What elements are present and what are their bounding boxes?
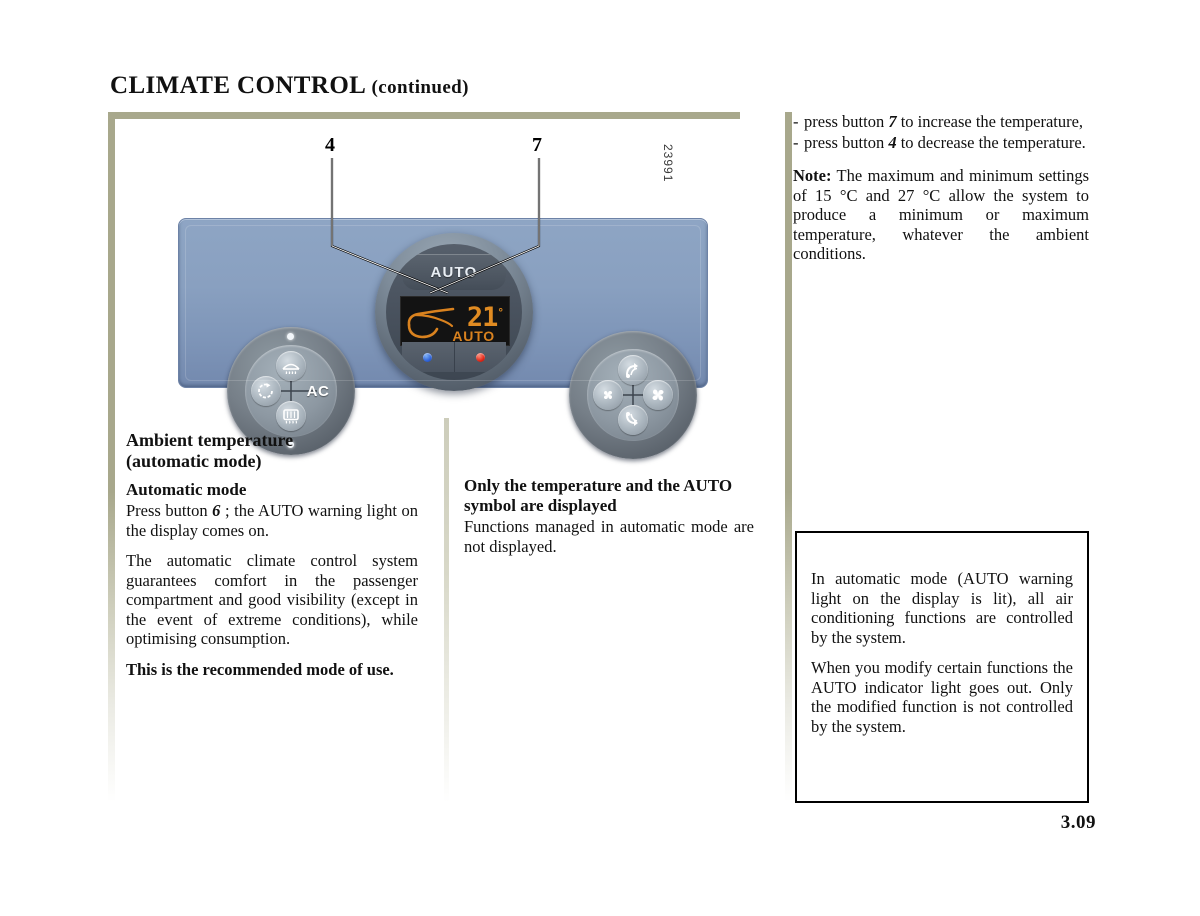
page-number: 3.09 xyxy=(1060,812,1096,833)
frame-right-rule xyxy=(785,112,792,802)
note-label: Note: xyxy=(793,166,832,185)
airflow-footwell-icon[interactable] xyxy=(618,405,648,435)
display-temperature-value: 21° xyxy=(466,298,504,333)
section-heading-line2: (automatic mode) xyxy=(126,451,262,471)
left-knob-pad: AC xyxy=(245,345,337,437)
highlight-note-paragraph-2: When you modify certain functions the AU… xyxy=(811,658,1073,736)
list-item: press button 7 to increase the temperatu… xyxy=(793,112,1089,132)
bullet-1-suffix: to increase the temperature, xyxy=(896,112,1084,131)
fan-low-icon[interactable] xyxy=(593,380,623,410)
frame-left-rule xyxy=(108,112,115,802)
highlight-note-box: In automatic mode (AUTO warning light on… xyxy=(795,531,1089,803)
middle-paragraph: Functions managed in automatic mode are … xyxy=(464,517,754,556)
column-divider xyxy=(444,418,449,803)
paragraph-press-button: Press button 6 ; the AUTO warning light … xyxy=(126,501,418,540)
climate-control-figure: 4 7 23991 AC AUTO 21° AUTO xyxy=(160,128,720,459)
page-title-continued: (continued) xyxy=(371,77,469,98)
air-recirculation-icon[interactable] xyxy=(251,376,281,406)
auto-button[interactable]: AUTO xyxy=(402,254,506,290)
temperature-increase-button[interactable] xyxy=(453,342,506,372)
bullet-1-button-ref: 7 xyxy=(888,112,897,131)
display-auto-indicator: AUTO xyxy=(452,328,495,344)
left-knob-led-top xyxy=(287,333,294,340)
callout-label-7: 7 xyxy=(532,134,542,156)
section-heading-line1: Ambient temperature xyxy=(126,430,294,450)
auto-button-label: AUTO xyxy=(430,263,478,281)
highlight-note-content: In automatic mode (AUTO warning light on… xyxy=(811,569,1073,736)
middle-text-column: Only the temperature and the AUTO symbol… xyxy=(464,476,754,556)
windscreen-defrost-icon[interactable] xyxy=(276,351,306,381)
note-body: The maximum and minimum settings of 15 °… xyxy=(793,166,1089,263)
rear-screen-defrost-icon[interactable] xyxy=(276,401,306,431)
climate-control-panel: AC AUTO 21° AUTO xyxy=(178,218,708,459)
climate-display-screen: 21° AUTO xyxy=(400,296,510,346)
ac-button[interactable]: AC xyxy=(301,376,335,406)
degree-symbol: ° xyxy=(497,306,504,319)
highlight-note-paragraph-1: In automatic mode (AUTO warning light on… xyxy=(811,569,1073,647)
red-dot-icon xyxy=(475,352,485,362)
figure-reference-code: 23991 xyxy=(661,144,675,183)
centre-auto-module[interactable]: AUTO 21° AUTO xyxy=(375,233,533,391)
blue-dot-icon xyxy=(423,352,433,362)
note-paragraph: Note: The maximum and minimum settings o… xyxy=(793,166,1089,264)
button-instructions-list: press button 7 to increase the temperatu… xyxy=(793,112,1089,152)
left-text-column: Ambient temperature (automatic mode) Aut… xyxy=(126,430,418,679)
centre-module-face: AUTO 21° AUTO xyxy=(386,244,522,380)
page-title: CLIMATE CONTROL (continued) xyxy=(110,72,469,100)
right-text-column: press button 7 to increase the temperatu… xyxy=(793,112,1089,264)
right-rotary-control[interactable] xyxy=(569,331,697,459)
temperature-buttons-group xyxy=(402,342,506,372)
page-title-main: CLIMATE CONTROL xyxy=(110,72,365,99)
middle-heading: Only the temperature and the AUTO symbol… xyxy=(464,476,733,515)
bullet-2-button-ref: 4 xyxy=(888,132,897,152)
frame-top-rule xyxy=(108,112,740,119)
paragraph-recommended-mode: This is the recommended mode of use. xyxy=(126,659,394,679)
subsection-heading: Automatic mode xyxy=(126,480,247,499)
airflow-windscreen-icon[interactable] xyxy=(618,355,648,385)
temperature-decrease-button[interactable] xyxy=(402,342,454,372)
car-silhouette-icon xyxy=(407,307,455,339)
ac-button-label: AC xyxy=(306,382,330,400)
bullet-2-prefix: press button xyxy=(804,132,889,152)
callout-label-4: 4 xyxy=(325,134,335,156)
list-item: press button 4 to decrease the temperatu… xyxy=(793,133,1089,153)
fan-high-icon[interactable] xyxy=(643,380,673,410)
bullet-1-prefix: press button xyxy=(804,112,889,131)
temperature-number: 21 xyxy=(466,302,499,333)
press-button-prefix: Press button xyxy=(126,501,213,520)
right-knob-pad xyxy=(587,349,679,441)
section-heading: Ambient temperature (automatic mode) xyxy=(126,430,418,472)
bullet-2-suffix: to decrease the temperature. xyxy=(896,132,1086,152)
paragraph-automatic-description: The automatic climate control system gua… xyxy=(126,551,418,648)
